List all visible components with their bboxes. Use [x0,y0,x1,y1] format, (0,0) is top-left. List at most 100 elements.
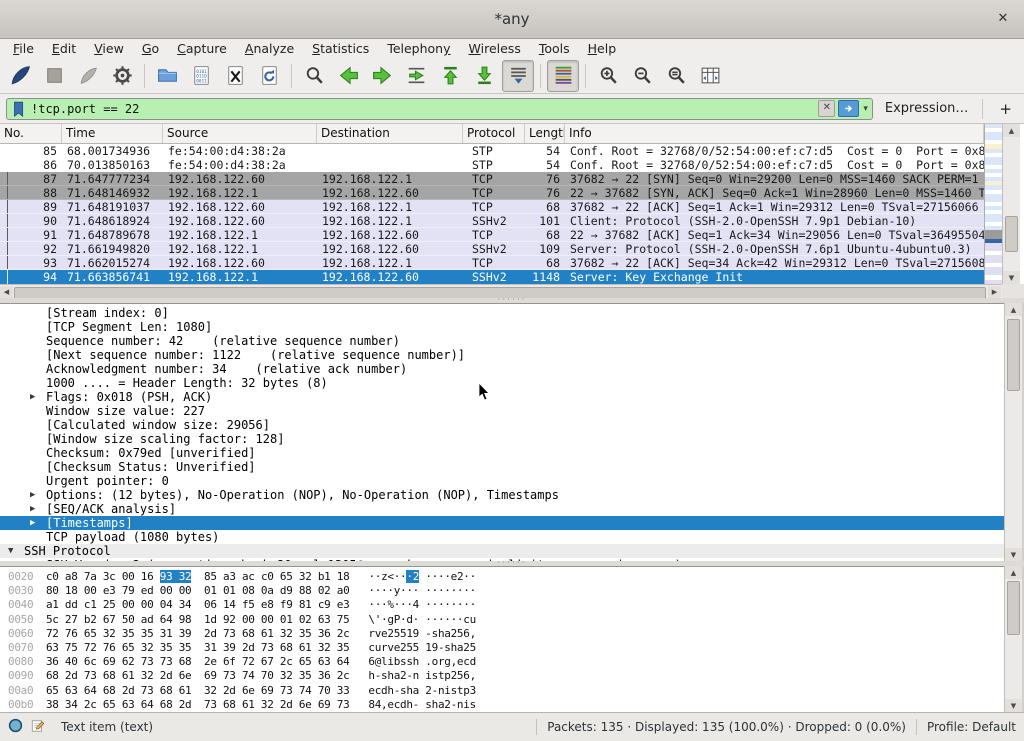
packet-row-89[interactable]: 8971.648191037192.168.122.60192.168.122.… [0,200,984,214]
capture-options-button[interactable] [106,60,138,92]
packet-row-90[interactable]: 9071.648618924192.168.122.60192.168.122.… [0,214,984,228]
scroll-up-button[interactable]: ▲ [1005,566,1022,579]
detail-line[interactable]: Checksum: 0x79ed [unverified] [0,446,1004,460]
hex-row[interactable]: 0070 63 75 72 76 65 32 35 35 31 39 2d 73… [8,641,1004,655]
hex-row[interactable]: 0050 5c 27 b2 67 50 ad 64 98 1d 92 00 00… [8,613,1004,627]
hex-row[interactable]: 0020 c0 a8 7a 3c 00 16 93 32 85 a3 ac c0… [8,570,1004,584]
hex-row[interactable]: 0090 68 2d 73 68 61 32 2d 6e 69 73 74 70… [8,669,1004,683]
detail-line[interactable]: ▶[Timestamps] [0,516,1004,530]
detail-line[interactable]: Sequence number: 42 (relative sequence n… [0,334,1004,348]
scroll-left-button[interactable]: ◀ [0,286,13,298]
go-forward-button[interactable] [366,60,398,92]
packet-row-86[interactable]: 8670.013850163fe:54:00:d4:38:2aSTP54Conf… [0,158,984,172]
go-back-button[interactable] [332,60,364,92]
detail-line[interactable]: Acknowledgment number: 34 (relative ack … [0,362,1004,376]
autoscroll-toggle[interactable] [502,60,534,92]
menu-file[interactable]: File [4,40,43,57]
column-header-length[interactable]: Length [525,124,565,143]
go-last-packet-button[interactable] [468,60,500,92]
close-button[interactable]: ✕ [992,0,1014,38]
filter-clear-button[interactable]: ✕ [818,100,835,117]
hex-row[interactable]: 0080 36 40 6c 69 62 73 73 68 2e 6f 72 67… [8,655,1004,669]
zoom-out-button[interactable] [626,60,658,92]
vscroll-thumb[interactable] [1007,319,1020,391]
filter-apply-button[interactable] [838,100,859,117]
detail-line[interactable]: Window size value: 227 [0,404,1004,418]
detail-line[interactable]: TCP payload (1080 bytes) [0,530,1004,544]
hex-row[interactable]: 00b0 38 34 2c 65 63 64 68 2d 73 68 61 32… [8,698,1004,712]
tree-collapsed-icon[interactable]: ▶ [30,488,35,502]
column-header-protocol[interactable]: Protocol [463,124,525,143]
column-header-info[interactable]: Info [565,124,984,143]
column-header-time[interactable]: Time [62,124,163,143]
save-file-button[interactable]: 010101100011 [185,60,217,92]
packet-row-88[interactable]: 8871.648146932192.168.122.1192.168.122.6… [0,186,984,200]
packet-row-87[interactable]: 8771.647777234192.168.122.60192.168.122.… [0,172,984,186]
zoom-original-button[interactable] [660,60,692,92]
column-header-destination[interactable]: Destination [317,124,463,143]
scroll-up-button[interactable]: ▲ [1005,303,1022,316]
menu-edit[interactable]: Edit [43,40,85,57]
detail-line[interactable]: [Calculated window size: 29056] [0,418,1004,432]
stop-capture-button[interactable] [38,60,70,92]
packet-row-92[interactable]: 9271.661949820192.168.122.1192.168.122.6… [0,242,984,256]
add-filter-button[interactable]: + [993,100,1018,118]
menu-statistics[interactable]: Statistics [303,40,378,57]
detail-line[interactable]: Urgent pointer: 0 [0,474,1004,488]
detail-line[interactable]: [Checksum Status: Unverified] [0,460,1004,474]
intelligent-scrollbar-minimap[interactable] [984,124,1002,284]
hex-row[interactable]: 0040 a1 dd c1 25 00 00 04 34 06 14 f5 e8… [8,598,1004,612]
detail-line[interactable]: [Next sequence number: 1122 (relative se… [0,348,1004,362]
hex-row[interactable]: 0030 80 18 00 e3 79 ed 00 00 01 01 08 0a… [8,584,1004,598]
menu-analyze[interactable]: Analyze [236,40,303,57]
open-file-button[interactable] [151,60,183,92]
filter-text[interactable]: !tcp.port == 22 [31,102,139,116]
packet-list-vscrollbar[interactable]: ▲▼ [1002,124,1020,284]
display-filter-input[interactable]: !tcp.port == 22 ✕ ▾ [6,98,873,120]
menu-go[interactable]: Go [133,40,168,57]
detail-line[interactable]: ▶Flags: 0x018 (PSH, ACK) [0,390,1004,404]
capture-comment-icon[interactable] [31,719,45,736]
hex-row[interactable]: 00a0 65 63 64 68 2d 73 68 61 32 2d 6e 69… [8,684,1004,698]
reload-file-button[interactable] [253,60,285,92]
detail-line[interactable]: [Window size scaling factor: 128] [0,432,1004,446]
scroll-right-button[interactable]: ▶ [988,286,1001,298]
detail-line[interactable]: ▶Options: (12 bytes), No-Operation (NOP)… [0,488,1004,502]
menu-telephony[interactable]: Telephony [378,40,459,57]
menu-wireless[interactable]: Wireless [460,40,530,57]
tree-collapsed-icon[interactable]: ▶ [30,502,35,516]
detail-line[interactable]: [TCP Segment Len: 1080] [0,320,1004,334]
detail-line[interactable]: ▼SSH Protocol [0,544,1004,558]
details-vscrollbar[interactable]: ▲▼ [1004,303,1022,561]
vscroll-thumb[interactable] [1007,581,1020,635]
vscroll-thumb[interactable] [1005,216,1018,252]
packet-row-93[interactable]: 9371.662015274192.168.122.60192.168.122.… [0,256,984,270]
go-first-packet-button[interactable] [434,60,466,92]
tree-collapsed-icon[interactable]: ▶ [30,516,35,530]
menu-help[interactable]: Help [579,40,626,57]
profile-label[interactable]: Profile: Default [927,720,1016,734]
filter-dropdown-caret-icon[interactable]: ▾ [861,104,872,114]
expression-button[interactable]: Expression… [885,101,969,116]
scroll-down-button[interactable]: ▼ [1005,548,1022,561]
bytes-vscrollbar[interactable]: ▲▼ [1004,566,1022,712]
menu-view[interactable]: View [85,40,133,57]
start-capture-button[interactable] [4,60,36,92]
restart-capture-button[interactable] [72,60,104,92]
detail-line[interactable]: 1000 .... = Header Length: 32 bytes (8) [0,376,1004,390]
expert-info-icon[interactable] [8,718,23,736]
colorize-toggle[interactable] [547,60,579,92]
resize-columns-button[interactable] [694,60,726,92]
packet-row-94[interactable]: 9471.663856741192.168.122.1192.168.122.6… [0,270,984,284]
menu-tools[interactable]: Tools [530,40,579,57]
scroll-up-button[interactable]: ▲ [1003,124,1020,137]
detail-line[interactable]: ▶[SEQ/ACK analysis] [0,502,1004,516]
find-packet-button[interactable] [298,60,330,92]
scroll-down-button[interactable]: ▼ [1005,699,1022,712]
tree-expanded-icon[interactable]: ▼ [8,544,13,558]
menu-capture[interactable]: Capture [168,40,236,57]
packet-row-91[interactable]: 9171.648789678192.168.122.1192.168.122.6… [0,228,984,242]
hex-row[interactable]: 0060 72 76 65 32 35 35 31 39 2d 73 68 61… [8,627,1004,641]
column-header-no[interactable]: No. [0,124,62,143]
packet-row-85[interactable]: 8568.001734936fe:54:00:d4:38:2aSTP54Conf… [0,144,984,158]
